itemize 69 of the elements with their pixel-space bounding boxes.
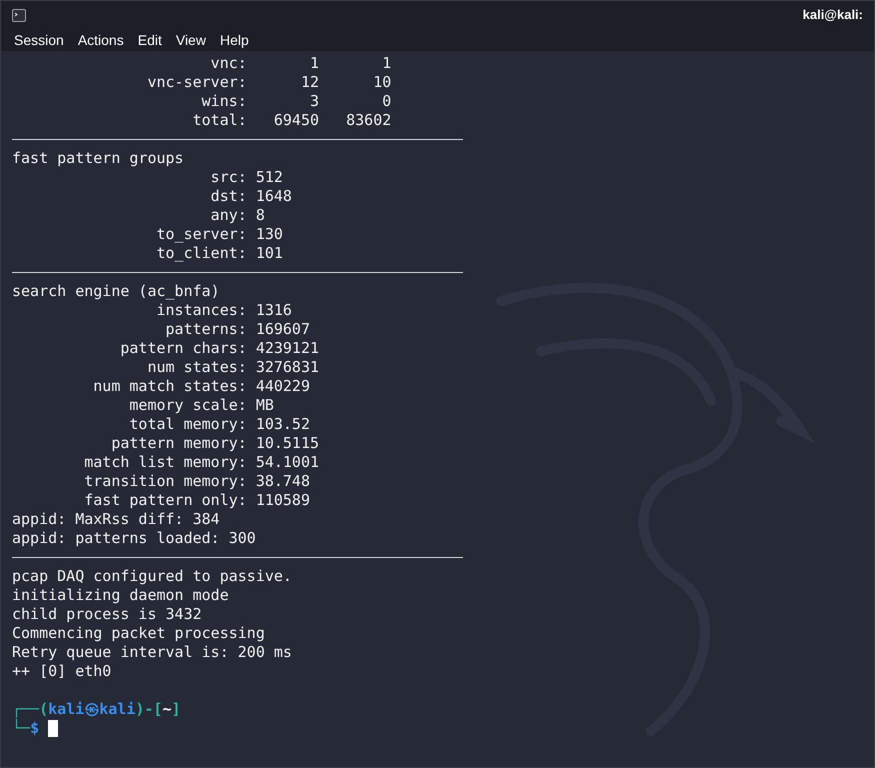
stat-value: 38.748 xyxy=(256,472,310,491)
stat-label: fast pattern only: xyxy=(83,491,247,510)
stat-value: 10.5115 xyxy=(256,434,320,453)
menu-item[interactable]: Edit xyxy=(138,30,162,50)
stat-value: MB xyxy=(256,396,274,415)
stat-value: 10 xyxy=(372,73,392,92)
prompt-path: ~ xyxy=(162,700,172,719)
menu-item[interactable]: Actions xyxy=(78,30,124,50)
stat-value: 103.52 xyxy=(256,415,310,434)
stat-value: 1648 xyxy=(256,187,292,206)
stat-label: dst: xyxy=(210,187,247,206)
menu-item[interactable]: View xyxy=(176,30,206,50)
stat-value: 1 xyxy=(381,54,392,73)
prompt-user: kali㉿kali xyxy=(48,700,136,719)
terminal-icon xyxy=(12,8,26,22)
window-title: kali@kali: xyxy=(802,6,863,24)
menu-item[interactable]: Session xyxy=(14,30,64,50)
menu-item[interactable]: Help xyxy=(220,30,249,50)
stat-value: 1 xyxy=(309,54,320,73)
log-line: appid: patterns loaded: 300 xyxy=(12,529,257,548)
stat-value: 3276831 xyxy=(256,358,320,377)
log-line: ++ [0] eth0 xyxy=(12,662,112,681)
stat-label: to_server: xyxy=(155,225,247,244)
stat-value: 130 xyxy=(256,225,283,244)
stat-value: 512 xyxy=(256,168,283,187)
stat-label: memory scale: xyxy=(128,396,247,415)
stat-label: pattern chars: xyxy=(119,339,247,358)
prompt-border: ] xyxy=(172,700,181,719)
stat-value: 69450 xyxy=(272,111,320,130)
stat-label: patterns: xyxy=(164,320,247,339)
stat-value: 110589 xyxy=(256,491,310,510)
stat-value: 83602 xyxy=(345,111,392,130)
stat-value: 0 xyxy=(381,92,392,111)
stat-value: 12 xyxy=(300,73,320,92)
prompt-border: ┌──( xyxy=(12,700,48,718)
stat-value: 101 xyxy=(256,244,283,263)
stat-label: instances: xyxy=(155,301,247,320)
stat-label: src: xyxy=(210,168,247,187)
stat-label: num match states: xyxy=(92,377,247,396)
stat-value: 8 xyxy=(256,206,265,225)
text-cursor xyxy=(48,720,58,737)
stat-label: to_client: xyxy=(155,244,247,263)
stat-label: vnc-server: xyxy=(146,73,247,92)
log-line: Commencing packet processing xyxy=(12,624,266,643)
prompt-symbol: $ xyxy=(30,719,40,738)
stat-label: match list memory: xyxy=(83,453,247,472)
section-heading: fast pattern groups xyxy=(12,149,185,168)
prompt-border: └─ xyxy=(12,719,30,738)
stat-label: wins: xyxy=(200,92,247,111)
stat-label: total: xyxy=(192,111,247,130)
stat-value: 4239121 xyxy=(256,339,320,358)
prompt-border: )-[ xyxy=(135,700,162,719)
log-line: pcap DAQ configured to passive. xyxy=(12,567,293,586)
stat-label: vnc: xyxy=(210,54,247,73)
stat-label: num states: xyxy=(146,358,247,377)
stat-label: pattern memory: xyxy=(110,434,247,453)
stat-label: any: xyxy=(210,206,247,225)
log-line: child process is 3432 xyxy=(12,605,203,624)
stat-value: 3 xyxy=(309,92,320,111)
log-line: appid: MaxRss diff: 384 xyxy=(12,510,221,529)
stat-value: 54.1001 xyxy=(256,453,320,472)
log-line: initializing daemon mode xyxy=(12,586,230,605)
stat-label: total memory: xyxy=(128,415,247,434)
log-line: Retry queue interval is: 200 ms xyxy=(12,643,293,662)
stat-value: 169607 xyxy=(256,320,310,339)
section-heading: search engine (ac_bnfa) xyxy=(12,282,221,301)
stat-value: 1316 xyxy=(256,301,292,320)
stat-value: 440229 xyxy=(256,377,310,396)
stat-label: transition memory: xyxy=(83,472,247,491)
